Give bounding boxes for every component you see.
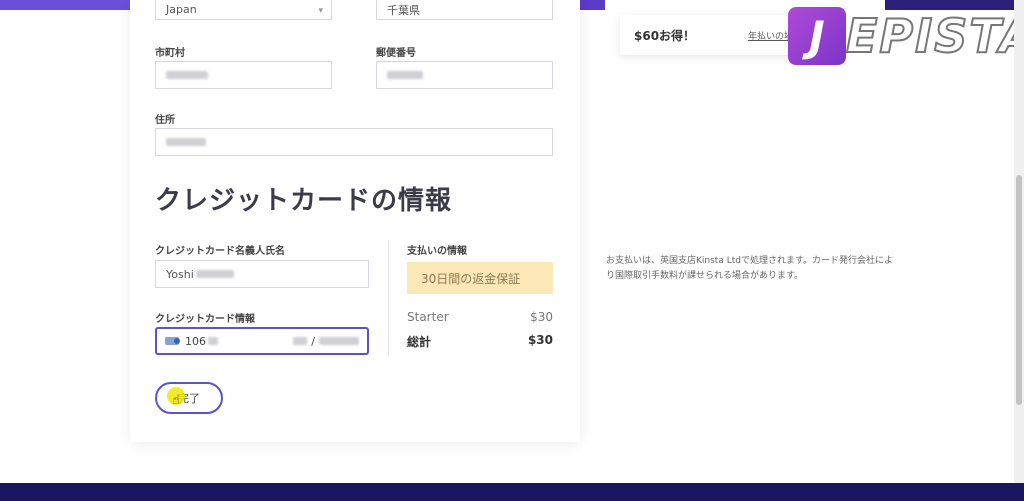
plan-price: $30 [530, 310, 553, 324]
prefecture-value: 千葉県 [387, 3, 420, 17]
card-info-label: クレジットカード情報 [155, 314, 255, 325]
cardholder-name-value: Yoshi [166, 267, 194, 281]
page-scrollbar[interactable] [1014, 0, 1024, 501]
total-row: 総計 $30 [407, 333, 553, 350]
chevron-down-icon: ▾ [318, 6, 323, 16]
footer-bar [0, 483, 1024, 501]
scrollbar-thumb[interactable] [1016, 175, 1022, 405]
promo-banner: $60お得！ 年払いの場 [620, 15, 815, 55]
top-accent-strip-mid [580, 0, 605, 10]
total-label: 総計 [407, 335, 432, 349]
money-back-guarantee-badge: 30日間の返金保証 [407, 262, 553, 294]
promo-text: $60お得！ [634, 29, 696, 43]
redacted-text [208, 337, 218, 345]
cardholder-name-input[interactable]: Yoshi [155, 260, 369, 288]
total-price: $30 [527, 333, 553, 347]
city-label: 市町村 [155, 48, 185, 59]
plan-name: Starter [407, 310, 449, 324]
prefecture-select[interactable]: 千葉県 [376, 0, 553, 20]
credit-card-section-title: クレジットカードの情報 [155, 186, 453, 216]
card-number-prefix: 106 [185, 334, 206, 348]
street-input[interactable] [155, 128, 553, 156]
top-accent-strip-left [0, 0, 130, 10]
credit-card-icon [165, 337, 180, 345]
column-divider [388, 240, 389, 356]
plan-row: Starter $30 [407, 310, 553, 324]
country-value: Japan [166, 3, 197, 16]
payment-info-label: 支払いの情報 [407, 246, 467, 257]
postal-code-label: 郵便番号 [376, 48, 416, 59]
redacted-text [387, 71, 423, 79]
annual-billing-link[interactable]: 年払いの場 [748, 29, 793, 42]
redacted-text [293, 337, 308, 345]
cardholder-name-label: クレジットカード名義人氏名 [155, 246, 285, 257]
jepista-logo: J EPISTA [788, 7, 1024, 67]
finish-button[interactable]: 完了 [155, 382, 223, 414]
country-select[interactable]: Japan ▾ [155, 0, 332, 20]
card-number-input[interactable]: 106 / [155, 327, 369, 355]
hand-cursor-icon: ☝ [172, 393, 180, 408]
logo-text: EPISTA [845, 8, 1024, 64]
logo-letter-box: J [788, 7, 846, 65]
postal-code-input[interactable] [376, 61, 553, 89]
redacted-text [166, 71, 208, 79]
redacted-text [195, 270, 234, 278]
city-input[interactable] [155, 61, 332, 89]
redacted-text [319, 337, 359, 345]
expiry-separator: / [311, 334, 315, 348]
payment-notice: お支払いは、英国支店Kinsta Ltdで処理されます。カード発行会社により国際… [606, 256, 894, 281]
redacted-text [166, 138, 206, 146]
street-label: 住所 [155, 115, 175, 126]
